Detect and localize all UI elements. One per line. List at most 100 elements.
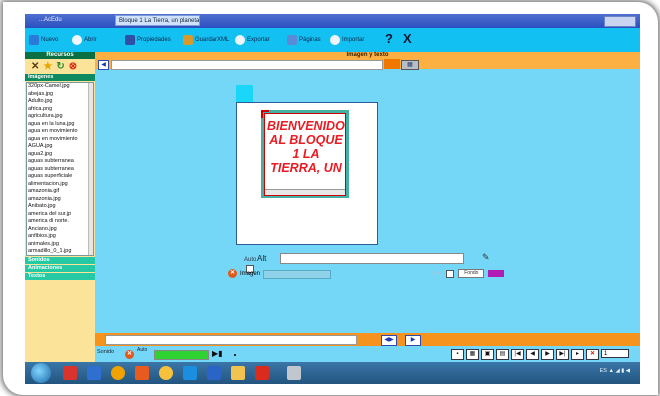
app-icon-3[interactable]	[111, 366, 125, 380]
image-file-list[interactable]: 320px-Camel.jpg abejas.jpg Adulto.jpg afric…	[26, 82, 94, 256]
color-swatch[interactable]	[384, 59, 400, 69]
app-icon-1[interactable]	[63, 366, 77, 380]
grid-icon[interactable]: ▦	[466, 349, 479, 360]
image-input[interactable]	[263, 270, 331, 279]
edit-icon[interactable]: ✎	[482, 252, 490, 263]
save-icon[interactable]: ▪	[451, 349, 464, 360]
export-icon	[235, 35, 245, 45]
background-checkbox[interactable]	[446, 269, 455, 278]
images-section[interactable]: Imágenes	[25, 74, 95, 81]
copy-icon[interactable]: ▣	[481, 349, 494, 360]
sound-progress-bar[interactable]	[154, 350, 209, 360]
animations-section[interactable]: Animaciones	[25, 265, 95, 272]
delete-page-icon[interactable]: ✕	[586, 349, 599, 360]
ie-icon[interactable]	[183, 366, 197, 380]
background-field[interactable]: Fondo	[458, 269, 485, 278]
file-list-item[interactable]: america del sur.jp	[27, 211, 93, 219]
file-list-item[interactable]: agua en movimiento	[27, 136, 93, 144]
prev-arrow-icon[interactable]: ◀▶	[381, 335, 397, 346]
export-button[interactable]: Exportar	[235, 33, 270, 47]
folder-icon[interactable]	[231, 366, 245, 380]
file-list-item[interactable]: agua2.jpg	[27, 151, 93, 159]
prev-page-icon[interactable]: ◀	[526, 349, 539, 360]
open-label: Abrir	[84, 37, 97, 43]
title-field[interactable]	[111, 60, 383, 70]
sounds-section[interactable]: Sonidos	[25, 257, 95, 264]
import-button[interactable]: Importar	[330, 33, 364, 47]
first-page-icon[interactable]: |◀	[511, 349, 524, 360]
system-tray[interactable]: ES ▲ ◢ ▮ ◀	[600, 368, 630, 374]
file-list-item[interactable]: agua en la luna.jpg	[27, 121, 93, 129]
start-button-icon[interactable]	[31, 363, 51, 383]
file-list-item[interactable]: africa.png	[27, 106, 93, 114]
file-list-item[interactable]: AGUA.jpg	[27, 143, 93, 151]
file-list-item[interactable]: alimentacion.jpg	[27, 181, 93, 189]
file-list-item[interactable]: 320px-Camel.jpg	[27, 83, 93, 91]
file-list-item[interactable]: america di norte.	[27, 218, 93, 226]
window-controls[interactable]	[604, 16, 636, 27]
next-page-icon[interactable]: ▶	[541, 349, 554, 360]
welcome-text: BIENVENIDOS AL BLOQUE 1 LA TIERRA, UN	[267, 119, 346, 175]
footer-field[interactable]	[105, 335, 357, 345]
file-list-item[interactable]: Anibato.jpg	[27, 203, 93, 211]
chrome-icon[interactable]	[159, 366, 173, 380]
texts-section[interactable]: Textos	[25, 273, 95, 280]
remove-image-icon[interactable]: ✕	[228, 269, 237, 278]
tray-icons: ▲ ◢ ▮ ◀	[608, 368, 630, 374]
app-icon-2[interactable]	[87, 366, 101, 380]
app-icon-4[interactable]	[135, 366, 149, 380]
properties-button[interactable]: Propiedades	[125, 33, 171, 47]
background-color-swatch[interactable]	[488, 270, 505, 277]
file-list-item[interactable]: arena.jpg	[27, 256, 93, 257]
file-list-scrollbar[interactable]	[88, 83, 93, 255]
welcome-card[interactable]: BIENVENIDOS AL BLOQUE 1 LA TIERRA, UN	[261, 110, 349, 198]
close-icon[interactable]: X	[403, 31, 412, 46]
file-list-item[interactable]: Adulto.jpg	[27, 98, 93, 106]
card-scrollbar[interactable]	[265, 189, 345, 195]
picture-icon[interactable]: ▦	[401, 60, 419, 70]
document-tab[interactable]: Bloque 1 La Tierra, un planeta con vida	[115, 15, 200, 26]
remove-sound-icon[interactable]: ✕	[125, 350, 134, 359]
auto-small-label: Auto	[244, 257, 257, 263]
back-arrow-icon[interactable]: ◀	[98, 60, 109, 70]
file-list-item[interactable]: aguas superficiale	[27, 173, 93, 181]
next-arrow-icon[interactable]: ▶	[405, 335, 421, 346]
file-list-item[interactable]: aguas subterranea	[27, 166, 93, 174]
resources-title: Recursos	[25, 52, 95, 59]
pdf-icon[interactable]	[255, 366, 269, 380]
delete-icon[interactable]: ⊗	[69, 61, 77, 72]
file-list-item[interactable]: amazonia.jpg	[27, 196, 93, 204]
active-app-icon[interactable]	[287, 366, 301, 380]
file-list-item[interactable]: armadillo_0_1.jpg	[27, 248, 93, 255]
page-select[interactable]: 1	[601, 349, 629, 358]
doc-icon[interactable]: ▤	[496, 349, 509, 360]
play-icon[interactable]: ▶▮	[212, 349, 223, 358]
properties-label: Propiedades	[137, 37, 171, 43]
file-list-item[interactable]: animales.jpg	[27, 241, 93, 249]
new-button[interactable]: Nuevo	[29, 33, 58, 47]
file-list-item[interactable]: agua en movimiento	[27, 128, 93, 136]
file-list-item[interactable]: Anciano.jpg	[27, 226, 93, 234]
file-list-item[interactable]: amazonia.gif	[27, 188, 93, 196]
corner-handle-icon[interactable]	[261, 110, 269, 118]
file-list-item[interactable]: agricultura.jpg	[27, 113, 93, 121]
help-button[interactable]: ?	[385, 31, 393, 46]
image-label: Imagen	[240, 270, 261, 277]
file-list-item[interactable]: aguas subterranea	[27, 158, 93, 166]
word-icon[interactable]	[207, 366, 221, 380]
color-picker-square[interactable]	[236, 85, 253, 102]
refresh-icon[interactable]: ↻	[56, 61, 64, 72]
tools-icon[interactable]: ✕	[31, 61, 39, 72]
alt-input[interactable]	[280, 253, 464, 264]
star-icon[interactable]: ★	[43, 61, 52, 72]
resources-toolbar: ✕ ★ ↻ ⊗	[25, 59, 95, 74]
last-page-icon[interactable]: ▶|	[556, 349, 569, 360]
save-xml-button[interactable]: GuardarXML	[183, 33, 229, 47]
open-button[interactable]: Abrir	[72, 33, 97, 47]
app-title: ...AcEdu	[39, 17, 62, 23]
file-list-item[interactable]: abejas.jpg	[27, 91, 93, 99]
screenshot-frame: ...AcEdu Bloque 1 La Tierra, un planeta …	[3, 2, 658, 395]
add-page-icon[interactable]: ▸	[571, 349, 584, 360]
file-list-item[interactable]: anfibios.jpg	[27, 233, 93, 241]
pages-button[interactable]: Páginas	[287, 33, 321, 47]
